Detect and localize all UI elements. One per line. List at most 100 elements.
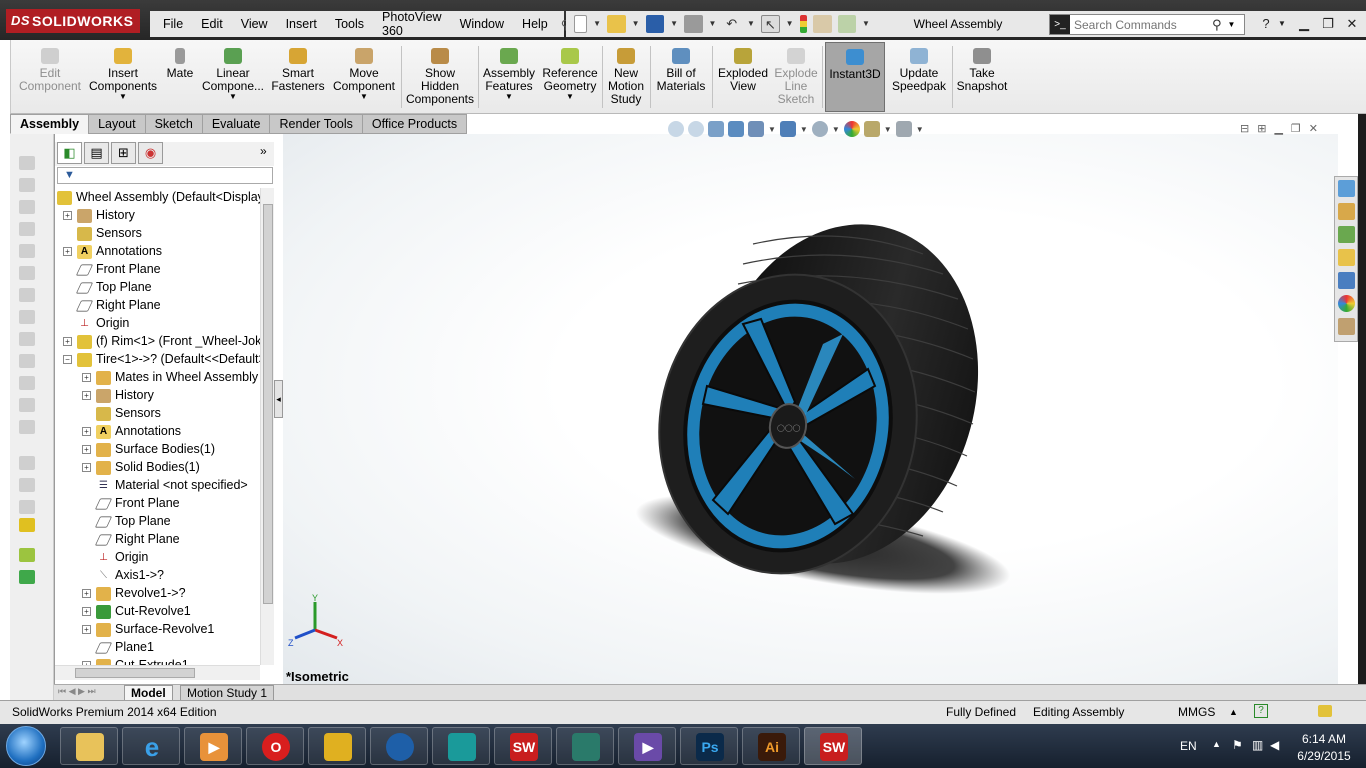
view-orientation-icon[interactable] — [748, 121, 764, 137]
tree-item[interactable]: + A Annotations — [63, 242, 162, 260]
rebuild-traffic-light-icon[interactable] — [799, 15, 807, 33]
rebuild-icon[interactable] — [1318, 705, 1332, 717]
sketch-tool-icon[interactable] — [19, 354, 35, 368]
expand-icon[interactable]: + — [82, 445, 91, 455]
tree-item[interactable]: ⟍ Axis1->? — [82, 566, 164, 584]
tab-sketch[interactable]: Sketch — [144, 114, 203, 134]
display-style-icon[interactable] — [779, 121, 796, 137]
expand-icon[interactable]: + — [82, 589, 91, 599]
tree-item[interactable]: + Solid Bodies(1) — [82, 458, 200, 476]
tree-item[interactable]: ☰ Material <not specified> — [82, 476, 248, 494]
tree-item[interactable]: +Cut-Extrude1 — [82, 656, 189, 665]
tab-motion-study-1[interactable]: Motion Study 1 — [180, 685, 275, 701]
tile-vertical-icon[interactable]: ⊞ — [1257, 122, 1266, 135]
previous-view-icon[interactable] — [708, 121, 724, 137]
search-box[interactable]: >_ ⚲ ▼ — [1049, 14, 1245, 35]
taskbar-solidworks-active[interactable]: SW — [804, 727, 862, 765]
tree-item[interactable]: + A Annotations — [82, 422, 181, 440]
sketch-tool-icon[interactable] — [19, 244, 35, 258]
tree-horizontal-scrollbar[interactable] — [55, 665, 260, 680]
menu-insert[interactable]: Insert — [277, 17, 326, 31]
clock-date[interactable]: 6/29/2015 — [1294, 749, 1354, 763]
sketch-tool-icon[interactable] — [19, 398, 35, 412]
undo-icon[interactable]: ↶ — [722, 15, 741, 33]
close-icon[interactable]: ✕ — [1342, 16, 1362, 32]
tree-item[interactable]: Plane1 — [82, 638, 154, 656]
scrollbar-thumb[interactable] — [75, 668, 195, 678]
expand-icon[interactable]: + — [63, 247, 72, 257]
restore-icon[interactable]: ❐ — [1291, 122, 1301, 135]
tree-item[interactable]: + History — [63, 206, 135, 224]
explode-line-sketch-button[interactable]: Explode Line Sketch — [773, 42, 819, 112]
tree-item[interactable]: Right Plane — [63, 296, 161, 314]
linear-pattern-button[interactable]: Linear Compone... ▼ — [201, 42, 265, 112]
tab-model[interactable]: Model — [124, 685, 173, 701]
tree-vertical-scrollbar[interactable] — [260, 188, 274, 665]
mate-button[interactable]: Mate — [161, 42, 199, 112]
search-icon[interactable]: ⚲ — [1212, 17, 1222, 33]
dropdown-arrow-icon[interactable]: ▼ — [786, 15, 794, 33]
file-properties-icon[interactable] — [812, 15, 832, 33]
open-folder-icon[interactable] — [607, 15, 626, 33]
taskbar-opera[interactable]: O — [246, 727, 304, 765]
expand-icon[interactable]: + — [82, 625, 91, 635]
print-icon[interactable] — [683, 15, 703, 33]
dropdown-arrow-icon[interactable]: ▼ — [1272, 16, 1292, 32]
minimize-icon[interactable]: ▁ — [1274, 122, 1282, 135]
restore-icon[interactable]: ❐ — [1318, 16, 1338, 32]
menu-help[interactable]: Help — [513, 17, 557, 31]
save-icon[interactable] — [645, 15, 665, 33]
dropdown-arrow-icon[interactable]: ▼ — [89, 93, 157, 101]
tab-evaluate[interactable]: Evaluate — [201, 114, 271, 134]
part-yellow-icon[interactable] — [19, 518, 35, 532]
tree-item[interactable]: + Surface Bodies(1) — [82, 440, 215, 458]
select-arrow-icon[interactable]: ↖ — [760, 15, 780, 33]
tree-item[interactable]: + History — [82, 386, 154, 404]
dropdown-arrow-icon[interactable]: ▼ — [670, 15, 678, 33]
help-icon[interactable]: ? — [1254, 704, 1268, 718]
apply-scene-icon[interactable] — [863, 121, 880, 137]
bill-of-materials-button[interactable]: Bill of Materials — [653, 42, 709, 112]
show-hidden-components-button[interactable]: Show Hidden Components — [405, 42, 475, 112]
dropdown-arrow-icon[interactable]: ▼ — [768, 125, 776, 134]
start-button-icon[interactable] — [6, 726, 46, 766]
taskbar-visual-studio[interactable]: ▶ — [618, 727, 676, 765]
dropdown-arrow-icon[interactable]: ▼ — [632, 15, 640, 33]
tab-layout[interactable]: Layout — [88, 114, 146, 134]
tab-office-products[interactable]: Office Products — [361, 114, 468, 134]
scrollbar-thumb[interactable] — [263, 204, 273, 604]
instant3d-button[interactable]: Instant3D — [825, 42, 885, 112]
dropdown-arrow-icon[interactable]: ▼ — [329, 93, 399, 101]
zoom-to-area-icon[interactable] — [688, 121, 704, 137]
sketch-tool-icon[interactable] — [19, 156, 35, 170]
tree-item[interactable]: Front Plane — [63, 260, 161, 278]
tree-item[interactable]: + Surface-Revolve1 — [82, 620, 214, 638]
menu-file[interactable]: File — [154, 17, 192, 31]
update-speedpak-button[interactable]: Update Speedpak — [889, 42, 949, 112]
design-library-icon[interactable] — [1338, 226, 1355, 243]
dropdown-arrow-icon[interactable]: ▼ — [709, 15, 717, 33]
dropdown-arrow-icon[interactable]: ▼ — [1228, 20, 1236, 29]
tree-item[interactable]: ⊥ Origin — [82, 548, 148, 566]
hide-show-items-icon[interactable] — [811, 121, 828, 137]
section-view-icon[interactable] — [728, 121, 744, 137]
configuration-manager-tab[interactable]: ⊞ — [111, 142, 136, 164]
menu-tools[interactable]: Tools — [326, 17, 373, 31]
expand-icon[interactable]: + — [82, 391, 91, 401]
expand-icon[interactable]: + — [82, 463, 91, 473]
expand-icon[interactable]: + — [63, 337, 72, 347]
move-component-button[interactable]: Move Component ▼ — [329, 42, 399, 112]
sketch-tool-icon[interactable] — [19, 310, 35, 324]
dropdown-arrow-icon[interactable]: ▼ — [832, 125, 840, 134]
view-palette-icon[interactable] — [1338, 272, 1355, 289]
home-icon[interactable] — [1338, 203, 1355, 220]
sketch-tool-icon[interactable] — [19, 376, 35, 390]
dropdown-arrow-icon[interactable]: ▼ — [916, 125, 924, 134]
menu-photoview[interactable]: PhotoView 360 — [373, 10, 451, 38]
clock-time[interactable]: 6:14 AM — [1294, 732, 1354, 746]
volume-icon[interactable]: ◀ — [1270, 738, 1279, 752]
wheel-model[interactable]: ◯◯◯ — [283, 134, 1338, 684]
sketch-tool-icon[interactable] — [19, 456, 35, 470]
insert-components-button[interactable]: Insert Components ▼ — [89, 42, 157, 112]
tree-item[interactable]: Top Plane — [63, 278, 152, 296]
